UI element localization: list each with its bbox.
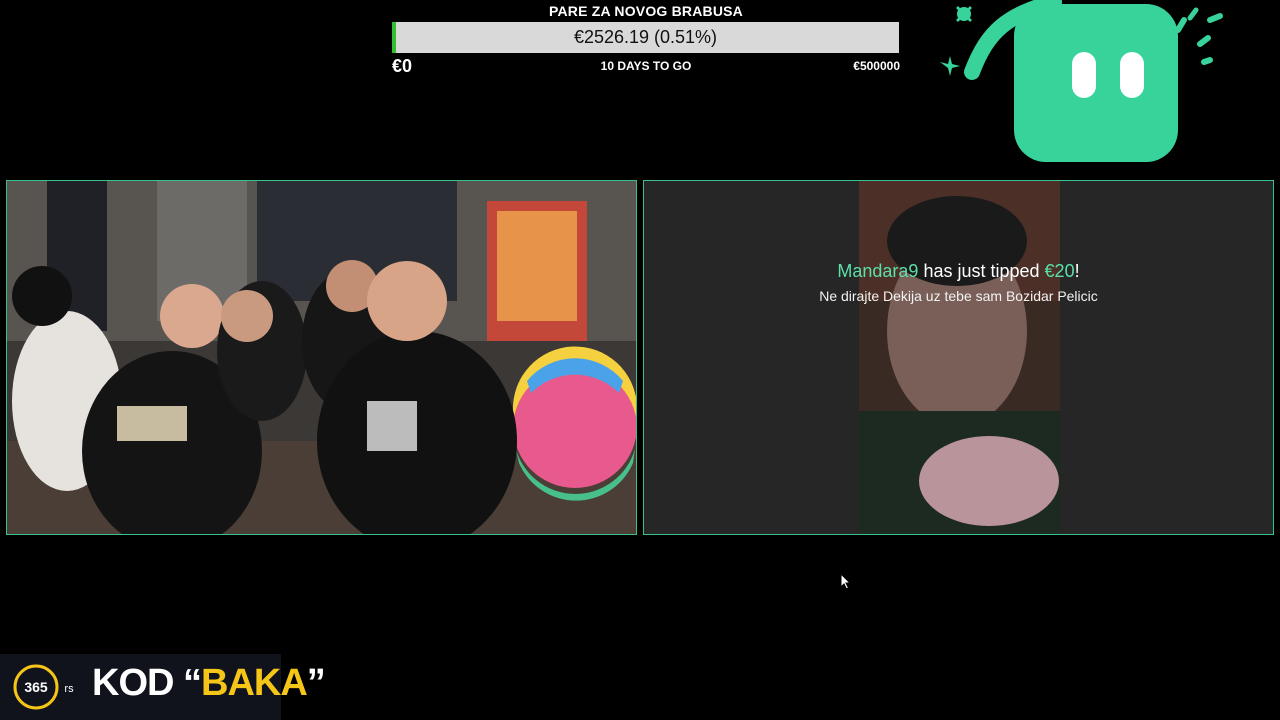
sponsor-code-text: KOD “BAKA”: [92, 662, 326, 705]
sponsor-kod-label: KOD: [92, 662, 183, 704]
mouse-cursor-icon: [840, 573, 852, 590]
donation-goal: PARE ZA NOVOG BRABUSA €2526.19 (0.51%) €…: [392, 0, 900, 80]
sponsor-code: BAKA: [201, 662, 308, 704]
right-camera-feed: Mandara9 has just tipped €20! Ne dirajte…: [643, 180, 1274, 535]
tip-exclamation: !: [1074, 261, 1080, 281]
goal-title: PARE ZA NOVOG BRABUSA: [549, 3, 743, 19]
sponsor-365-logo-icon: 365 rs: [13, 664, 74, 710]
goal-max: €500000: [853, 59, 900, 73]
tip-username: Mandara9: [837, 261, 919, 281]
group-webcam-image: [7, 181, 636, 534]
goal-days-left: 10 DAYS TO GO: [600, 59, 692, 73]
sponsor-banner: 365 rs KOD “BAKA”: [0, 654, 326, 720]
tip-amount: €20: [1044, 261, 1075, 281]
sponsor-close-quote: ”: [306, 662, 326, 704]
left-camera-feed: [6, 180, 637, 535]
goal-progress-bar: €2526.19 (0.51%): [392, 22, 899, 53]
kick-logo-icon: [940, 0, 1223, 162]
sponsor-badge-text: 365: [24, 679, 48, 695]
tip-message: Ne dirajte Dekija uz tebe sam Bozidar Pe…: [819, 288, 1098, 304]
sponsor-open-quote: “: [183, 662, 202, 704]
tip-headline: Mandara9 has just tipped €20!: [644, 261, 1273, 282]
goal-amount: €2526.19 (0.51%): [573, 27, 718, 47]
tip-middle-text: has just tipped: [918, 261, 1045, 281]
sponsor-badge-suffix: rs: [64, 683, 74, 695]
person-webcam-image: [859, 181, 1060, 534]
tip-alert: Mandara9 has just tipped €20! Ne dirajte…: [644, 261, 1273, 304]
